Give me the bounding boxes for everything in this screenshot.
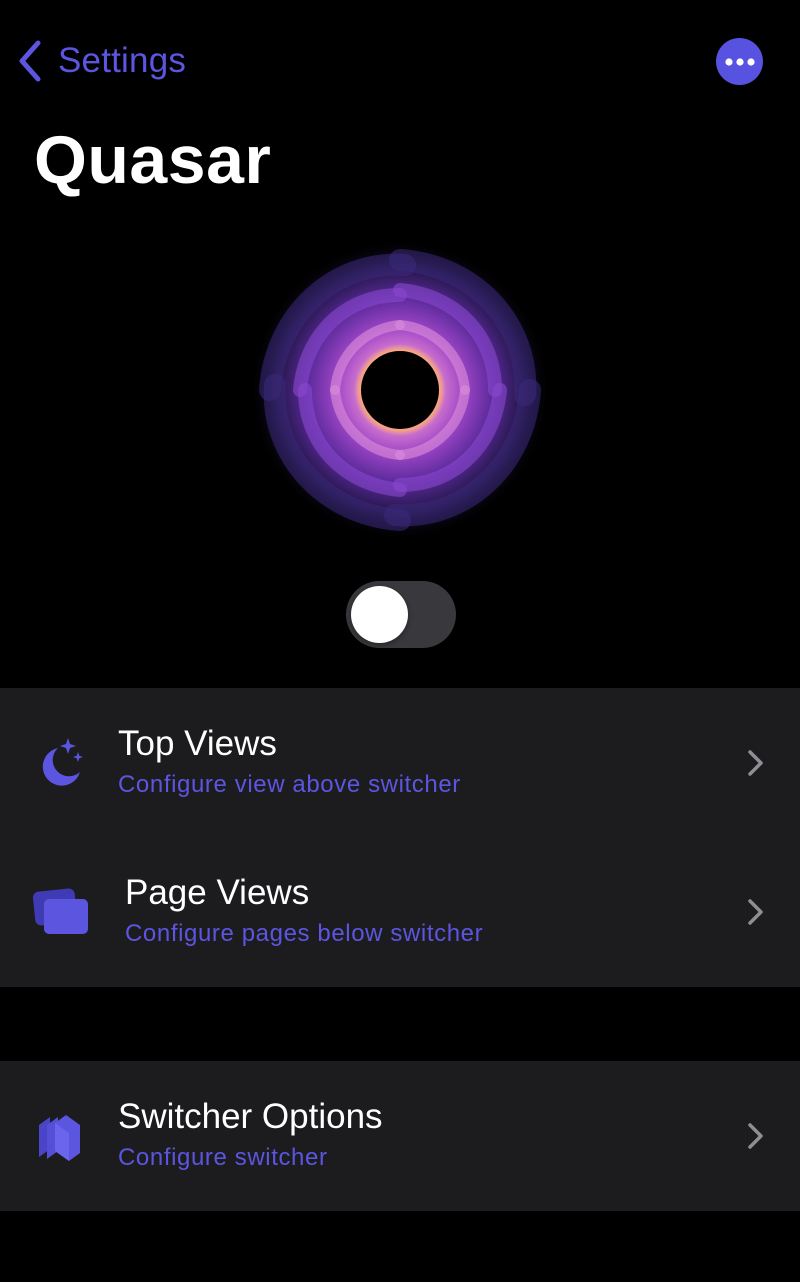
row-top-views[interactable]: Top Views Configure view above switcher bbox=[0, 688, 800, 837]
navigation-bar: Settings bbox=[0, 0, 800, 120]
enable-toggle[interactable] bbox=[346, 581, 456, 648]
chevron-right-icon bbox=[748, 750, 763, 776]
chevron-right-icon bbox=[748, 899, 763, 925]
row-title: Top Views bbox=[118, 724, 277, 763]
ellipsis-icon bbox=[724, 57, 755, 66]
settings-group-switcher: Switcher Options Configure switcher bbox=[0, 1061, 800, 1211]
row-subtitle: Configure pages below switcher bbox=[125, 920, 484, 947]
moon-stars-icon bbox=[42, 738, 83, 786]
row-subtitle: Configure switcher bbox=[118, 1144, 328, 1171]
chevron-left-icon bbox=[19, 40, 41, 82]
more-options-button[interactable] bbox=[716, 38, 763, 85]
quasar-swirl-logo bbox=[250, 240, 550, 540]
toggle-knob bbox=[351, 586, 408, 643]
settings-group-views: Top Views Configure view above switcher … bbox=[0, 688, 800, 987]
stacked-pages-icon bbox=[32, 888, 88, 934]
back-label: Settings bbox=[58, 41, 187, 80]
back-button[interactable]: Settings bbox=[14, 36, 186, 86]
page-title: Quasar bbox=[34, 122, 272, 198]
row-page-views[interactable]: Page Views Configure pages below switche… bbox=[0, 837, 800, 986]
row-switcher-options[interactable]: Switcher Options Configure switcher bbox=[0, 1061, 800, 1210]
chevron-right-icon bbox=[748, 1123, 763, 1149]
row-title: Switcher Options bbox=[118, 1097, 383, 1136]
row-subtitle: Configure view above switcher bbox=[118, 771, 461, 798]
row-title: Page Views bbox=[125, 873, 310, 912]
stacked-cards-icon bbox=[39, 1115, 80, 1161]
